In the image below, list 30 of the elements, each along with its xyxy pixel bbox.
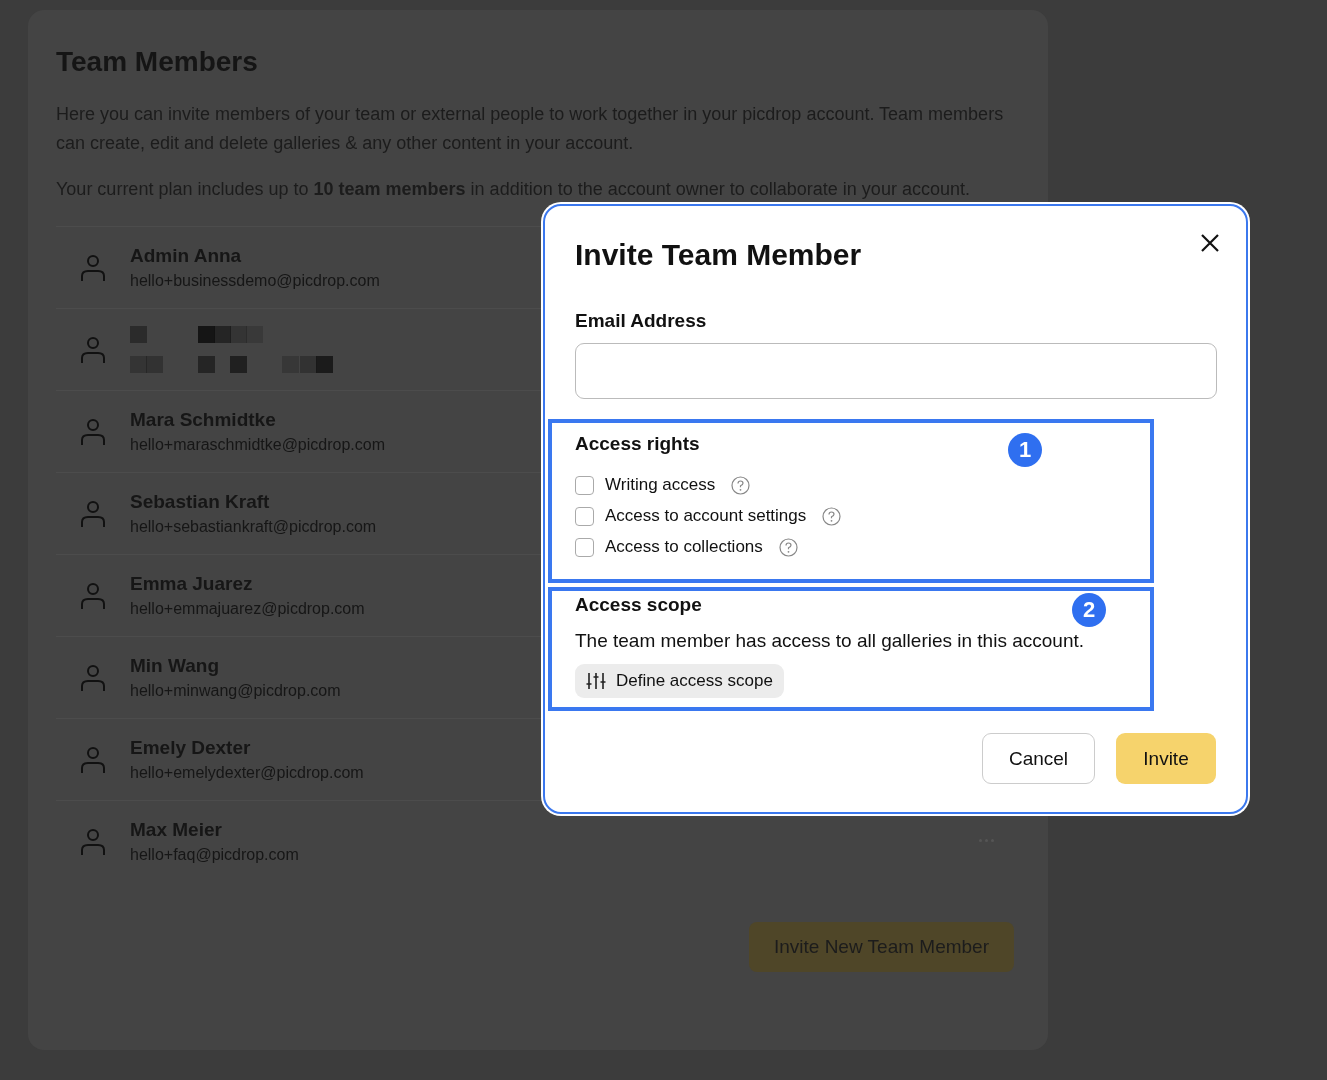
sliders-icon <box>586 672 606 690</box>
help-icon[interactable] <box>778 537 798 557</box>
help-icon[interactable] <box>731 475 751 495</box>
help-icon[interactable] <box>822 506 842 526</box>
person-icon <box>80 827 106 856</box>
section-title: Access scope <box>575 594 702 616</box>
email-label: Email Address <box>575 310 708 332</box>
checkbox[interactable] <box>575 537 594 557</box>
section-title: Access rights <box>575 433 700 455</box>
scope-description: The team member has access to all galleries in this account. <box>575 630 1085 652</box>
person-icon <box>80 499 106 528</box>
checkbox[interactable] <box>575 475 594 495</box>
close-icon[interactable] <box>1200 233 1220 253</box>
checkbox[interactable] <box>575 506 594 526</box>
checkbox-label[interactable]: Writing access <box>605 475 716 495</box>
person-icon <box>80 253 106 282</box>
email-field[interactable] <box>575 343 1217 399</box>
person-icon <box>80 581 106 610</box>
person-icon <box>80 417 106 446</box>
invite-button[interactable]: Invite <box>1116 733 1216 784</box>
checkbox-label[interactable]: Access to account settings <box>605 506 807 526</box>
number-badge: 2 <box>1072 593 1106 627</box>
checkbox-label[interactable]: Access to collections <box>605 537 763 557</box>
dialog-title: Invite Team Member <box>575 238 862 272</box>
person-icon <box>80 745 106 774</box>
number-badge: 1 <box>1008 433 1042 467</box>
cancel-button[interactable]: Cancel <box>982 733 1095 784</box>
define-scope-button[interactable]: Define access scope <box>575 664 784 698</box>
person-icon <box>80 335 106 364</box>
person-icon <box>80 663 106 692</box>
